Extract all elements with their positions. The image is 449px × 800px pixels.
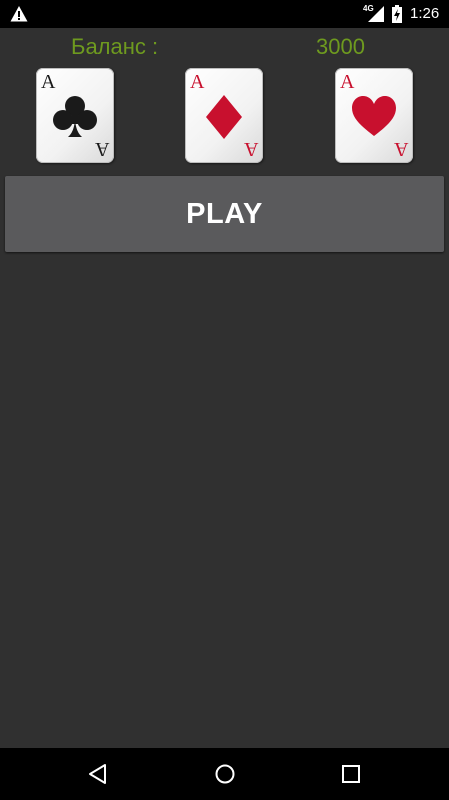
play-button[interactable]: PLAY [5,176,444,252]
card-rank-top: A [41,71,56,93]
card-rank-top: A [340,71,355,93]
home-icon[interactable] [213,762,237,786]
clubs-suit-icon [53,96,97,137]
signal-icon [368,6,384,22]
balance-value: 3000 [316,34,365,59]
balance-label: Баланс : [71,34,159,59]
card-rank-top: A [190,71,205,93]
diamonds-suit-icon [206,95,242,139]
navigation-bar [0,748,449,800]
alert-triangle-icon [10,6,28,22]
play-button-label: PLAY [186,197,263,230]
card-rank-bottom: A [393,138,408,160]
status-bar: 4G 1:26 [0,0,449,28]
clock-time: 1:26 [410,5,440,22]
card-rank-bottom: A [243,138,258,160]
hearts-suit-icon [352,96,396,136]
app-screen: 4G 1:26 Баланс : 3000 A A A A A A PLAY [0,0,449,800]
card-ace-of-diamonds: A A [185,68,263,163]
battery-charging-icon [392,5,402,23]
card-ace-of-clubs: A A [36,68,114,163]
card-ace-of-hearts: A A [335,68,413,163]
back-icon[interactable] [86,762,110,786]
card-rank-bottom: A [94,138,109,160]
recents-icon[interactable] [339,762,363,786]
